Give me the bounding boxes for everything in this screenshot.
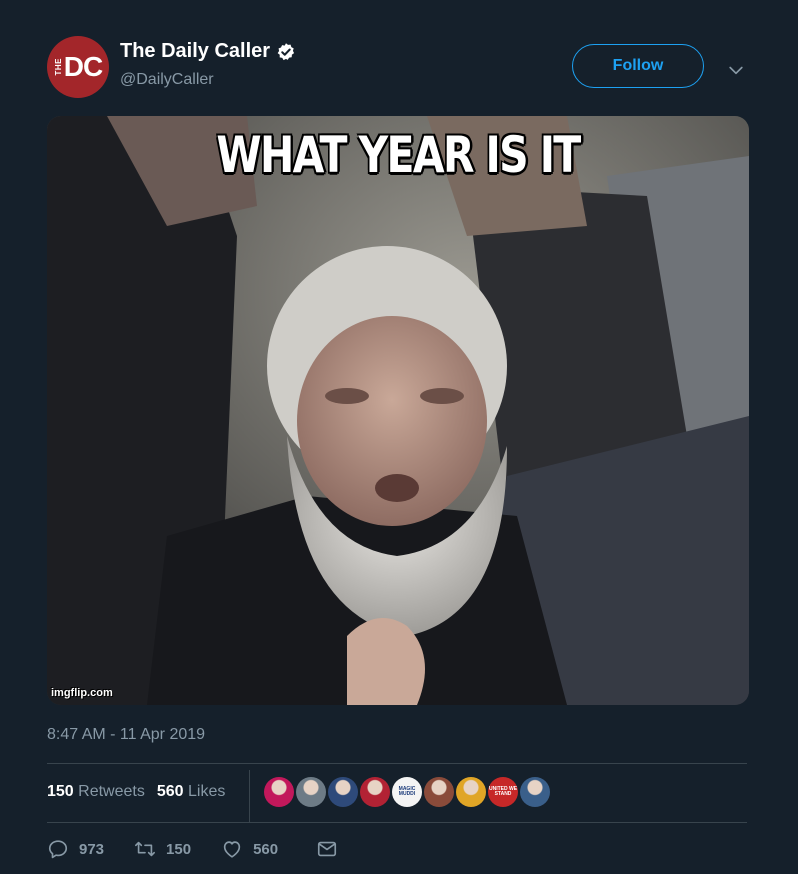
- liker-avatars: MAGIC MUDDI UNITED WE STAND: [264, 777, 550, 807]
- author-name-row[interactable]: The Daily Caller: [120, 40, 296, 63]
- follow-button[interactable]: Follow: [572, 44, 704, 88]
- likes-stat[interactable]: 560 Likes: [157, 783, 226, 801]
- meme-caption: WHAT YEAR IS IT: [216, 126, 581, 184]
- divider: [47, 822, 747, 823]
- liker-avatar[interactable]: [520, 777, 550, 807]
- liker-avatar[interactable]: MAGIC MUDDI: [392, 777, 422, 807]
- retweets-stat[interactable]: 150 Retweets: [47, 783, 145, 801]
- media-image: [47, 116, 749, 705]
- liker-avatar[interactable]: [328, 777, 358, 807]
- tweet-card: THE DC The Daily Caller @DailyCaller Fol…: [0, 0, 798, 874]
- tweet-actions: 973 150 560: [47, 838, 338, 860]
- avatar-main-text: DC: [63, 51, 103, 82]
- reply-icon: [48, 840, 68, 859]
- stats-separator: [249, 770, 250, 822]
- retweet-icon: [135, 841, 156, 857]
- direct-message-button[interactable]: [316, 838, 338, 860]
- media-watermark: imgflip.com: [51, 687, 113, 699]
- retweet-count: 150: [166, 840, 192, 858]
- retweet-button[interactable]: 150: [134, 838, 191, 860]
- liker-avatar[interactable]: [424, 777, 454, 807]
- author-display-name[interactable]: The Daily Caller: [120, 40, 270, 63]
- author-handle[interactable]: @DailyCaller: [120, 71, 214, 89]
- retweets-stat-label: Retweets: [78, 783, 145, 800]
- envelope-icon: [318, 841, 337, 857]
- liker-avatar[interactable]: UNITED WE STAND: [488, 777, 518, 807]
- verified-badge-icon: [277, 42, 295, 60]
- author-avatar[interactable]: THE DC: [47, 36, 109, 98]
- tweet-timestamp[interactable]: 8:47 AM - 11 Apr 2019: [47, 726, 205, 744]
- likes-stat-count: 560: [156, 783, 184, 800]
- like-button[interactable]: 560: [221, 838, 278, 860]
- reply-button[interactable]: 973: [47, 838, 104, 860]
- divider: [47, 763, 747, 764]
- liker-avatar[interactable]: [456, 777, 486, 807]
- retweets-stat-count: 150: [47, 783, 74, 800]
- likes-stat-label: Likes: [188, 783, 226, 800]
- liker-avatar[interactable]: [360, 777, 390, 807]
- tweet-stats: 150 Retweets 560 Likes: [47, 783, 225, 801]
- heart-icon: [223, 841, 241, 858]
- liker-avatar-label: MAGIC MUDDI: [398, 786, 416, 797]
- tweet-media[interactable]: WHAT YEAR IS IT imgflip.com: [47, 116, 749, 705]
- liker-avatar-label: UNITED WE STAND: [488, 786, 518, 797]
- avatar-small-text: THE: [53, 58, 63, 76]
- reply-count: 973: [79, 840, 105, 858]
- like-count: 560: [253, 840, 279, 858]
- liker-avatar[interactable]: [264, 777, 294, 807]
- chevron-down-icon[interactable]: [726, 60, 746, 80]
- liker-avatar[interactable]: [296, 777, 326, 807]
